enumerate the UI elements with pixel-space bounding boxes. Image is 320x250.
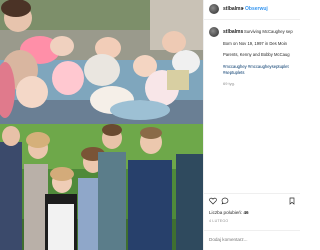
caption-line-2: Born on Nov 19, 1997 in Des Moin [223,41,288,46]
caption-username[interactable]: stlbalms [223,29,243,35]
likes-label: Liczba polubień: [209,210,243,215]
follow-button[interactable]: Obserwuj [245,6,268,12]
comment-icon[interactable] [221,197,229,205]
likes-count: 46 [243,210,249,215]
family-photo [0,124,203,250]
comment-bar [204,230,300,250]
caption-line-1: Surviving McCaughey sep [244,29,293,34]
likes-summary[interactable]: Liczba polubień: 46 [209,210,249,215]
babies-photo [0,0,203,124]
post-media[interactable] [0,0,203,250]
bookmark-icon[interactable] [288,197,296,205]
instagram-post: stlbalms • Obserwuj stlbalms Surviving M… [0,0,300,250]
caption-hashtag-septuplets[interactable]: #septuplets [223,70,298,75]
action-bar [204,193,300,207]
caption-hashtags[interactable]: #mccaughey #mccaugheyseptuplet [223,64,298,69]
heart-icon[interactable] [209,197,217,205]
post-date: 4 LUTEGO [209,219,229,223]
separator-dot: • [242,6,244,12]
caption-avatar[interactable] [209,27,219,37]
post-sidebar: stlbalms • Obserwuj stlbalms Surviving M… [203,0,300,250]
caption-time-ago: 69 tyg. [223,81,236,86]
avatar[interactable] [209,4,219,14]
username-link[interactable]: stlbalms [223,6,243,12]
post-header: stlbalms • Obserwuj [204,0,300,20]
comment-input[interactable] [209,237,296,242]
caption-line-3: Parents, Kenny and Bobby McCaug [223,52,290,57]
